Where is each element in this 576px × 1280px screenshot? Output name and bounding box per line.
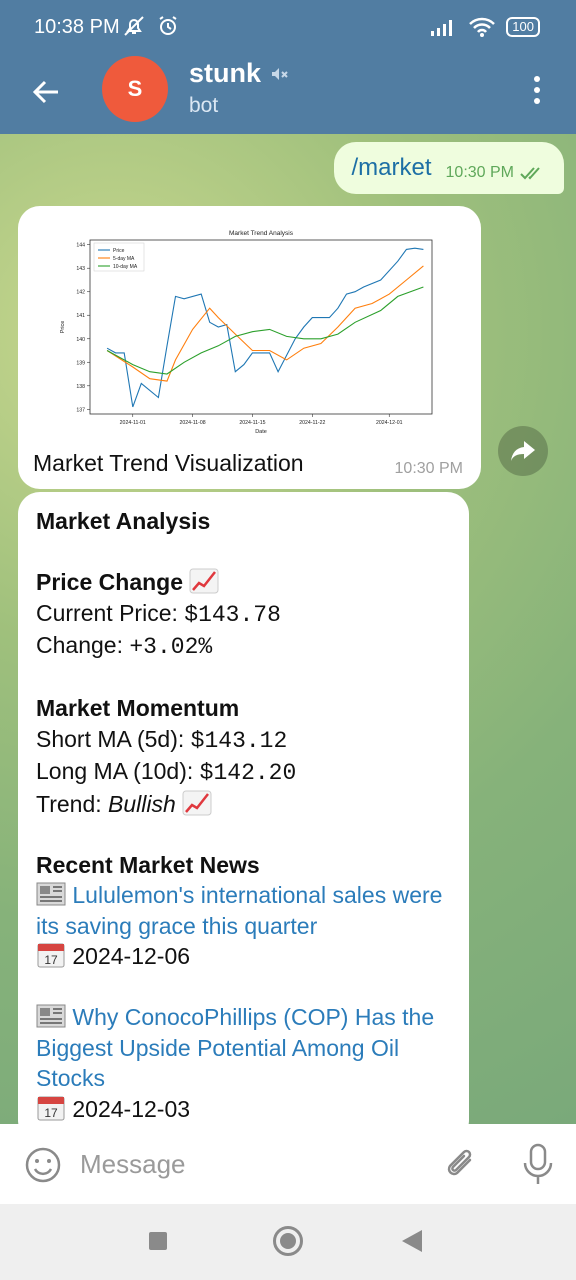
chat-title-row[interactable]: stunk <box>189 58 289 89</box>
news-heading: Recent Market News <box>36 851 260 878</box>
analysis-title: Market Analysis <box>36 508 211 534</box>
momentum-heading: Market Momentum <box>36 695 240 721</box>
price-change-heading-row: Price Change <box>36 567 469 598</box>
short-ma-value[interactable]: $143.12 <box>191 728 288 754</box>
chat-title: stunk <box>189 58 262 88</box>
back-button[interactable] <box>26 72 66 112</box>
message-input[interactable] <box>80 1144 410 1184</box>
status-time: 10:38 PM <box>34 16 120 38</box>
news-link[interactable]: Why ConocoPhillips (COP) Has the Biggest… <box>36 1004 434 1091</box>
newspaper-icon <box>36 1004 66 1028</box>
svg-text:17: 17 <box>44 953 58 967</box>
system-navigation-bar <box>0 1204 576 1280</box>
news-item: Why ConocoPhillips (COP) Has the Biggest… <box>36 1002 469 1094</box>
market-trend-chart: Market Trend Analysis Date Price 137 138 139 1… <box>60 230 433 435</box>
alarm-icon <box>159 16 177 35</box>
chart-ylabel: Price <box>60 321 66 334</box>
chat-header: S stunk bot <box>0 56 576 134</box>
long-ma-label: Long MA (10d): <box>36 758 200 784</box>
image-message-time: 10:30 PM <box>394 460 463 477</box>
home-button[interactable] <box>273 1226 303 1256</box>
price-change-heading: Price Change <box>36 569 183 595</box>
image-message[interactable]: Market Trend Analysis Date Price 137 138 139 1… <box>18 206 481 489</box>
legend-label: 5-day MA <box>113 256 135 262</box>
x-tick-label: 2024-11-22 <box>299 420 325 426</box>
microphone-icon[interactable] <box>520 1142 556 1186</box>
y-tick-label: 139 <box>76 360 85 366</box>
short-ma-row: Short MA (5d): $143.12 <box>36 724 469 757</box>
trend-label: Trend: <box>36 790 109 817</box>
chart-xlabel: Date <box>255 429 267 435</box>
chart-up-icon <box>182 790 212 815</box>
newspaper-icon <box>36 882 66 906</box>
signal-icon <box>431 20 453 36</box>
avatar[interactable]: S <box>102 56 168 122</box>
recents-button[interactable] <box>149 1232 167 1250</box>
change-label: Change: <box>36 632 130 658</box>
news-date: 2024-12-03 <box>72 1095 191 1122</box>
emoji-icon[interactable] <box>24 1146 62 1184</box>
news-date: 2024-12-06 <box>72 943 191 969</box>
forward-button[interactable] <box>498 426 548 476</box>
outgoing-message-meta: 10:30 PM <box>446 164 546 182</box>
battery-icon: 100 <box>506 17 540 37</box>
more-menu-button[interactable] <box>522 70 552 110</box>
wifi-icon <box>469 17 496 37</box>
legend-label: Price <box>113 248 125 254</box>
chat-subtitle: bot <box>189 94 219 117</box>
calendar-icon: 17 <box>37 943 65 968</box>
change-value[interactable]: +3.02% <box>129 634 212 660</box>
news-date-row: 17 2024-12-03 <box>36 1094 469 1125</box>
image-caption: Market Trend Visualization <box>33 450 304 476</box>
y-tick-label: 137 <box>76 407 85 413</box>
current-price-label: Current Price: <box>36 599 185 626</box>
chart-title: Market Trend Analysis <box>229 230 294 237</box>
y-tick-label: 138 <box>76 384 85 390</box>
arrow-left-icon <box>32 80 58 104</box>
y-tick-label: 141 <box>76 313 85 319</box>
system-icons: 100 <box>430 16 540 38</box>
trend-row: Trend: Bullish <box>36 789 469 820</box>
outgoing-message-text[interactable]: /market <box>352 154 432 182</box>
long-ma-value[interactable]: $142.20 <box>200 760 297 786</box>
news-item: Lululemon's international sales were its… <box>36 880 469 941</box>
news-date-row: 17 2024-12-06 <box>36 941 469 972</box>
system-back-button[interactable] <box>402 1230 422 1252</box>
chart-up-icon <box>189 568 219 594</box>
trend-value: Bullish <box>108 790 176 817</box>
short-ma-label: Short MA (5d): <box>36 725 191 752</box>
svg-text:17: 17 <box>44 1106 58 1120</box>
outgoing-message-time: 10:30 PM <box>445 164 514 181</box>
current-price-value[interactable]: $143.78 <box>184 602 281 628</box>
news-link[interactable]: Lululemon's international sales were its… <box>36 882 442 939</box>
legend-label: 10-day MA <box>113 264 138 270</box>
message-composer <box>0 1124 576 1204</box>
x-tick-label: 2024-12-01 <box>376 420 403 426</box>
y-tick-label: 144 <box>76 243 85 249</box>
long-ma-row: Long MA (10d): $142.20 <box>36 756 469 789</box>
bell-off-icon <box>124 16 144 36</box>
x-tick-label: 2024-11-01 <box>120 420 146 426</box>
outgoing-message[interactable]: /market 10:30 PM <box>333 142 564 194</box>
x-tick-label: 2024-11-08 <box>180 420 206 426</box>
status-bar: 10:38 PM 100 <box>0 0 576 56</box>
y-tick-label: 143 <box>76 266 85 272</box>
x-tick-label: 2024-11-15 <box>239 420 265 426</box>
current-price-row: Current Price: $143.78 <box>36 598 469 631</box>
chat-area[interactable]: /market 10:30 PM Market Trend Analysis Da… <box>0 134 576 1124</box>
calendar-icon: 17 <box>37 1096 65 1120</box>
double-check-icon <box>520 167 540 180</box>
y-tick-label: 142 <box>76 290 85 296</box>
chart-image[interactable]: Market Trend Analysis Date Price 137 138 139 1… <box>54 224 444 436</box>
notification-icons <box>122 14 180 44</box>
analysis-message[interactable]: Market Analysis Price Change Current Pri… <box>18 492 469 1124</box>
y-tick-label: 140 <box>76 337 85 343</box>
paperclip-icon[interactable] <box>442 1144 480 1184</box>
change-row: Change: +3.02% <box>36 630 469 663</box>
share-icon <box>511 441 535 461</box>
muted-icon <box>272 67 288 80</box>
